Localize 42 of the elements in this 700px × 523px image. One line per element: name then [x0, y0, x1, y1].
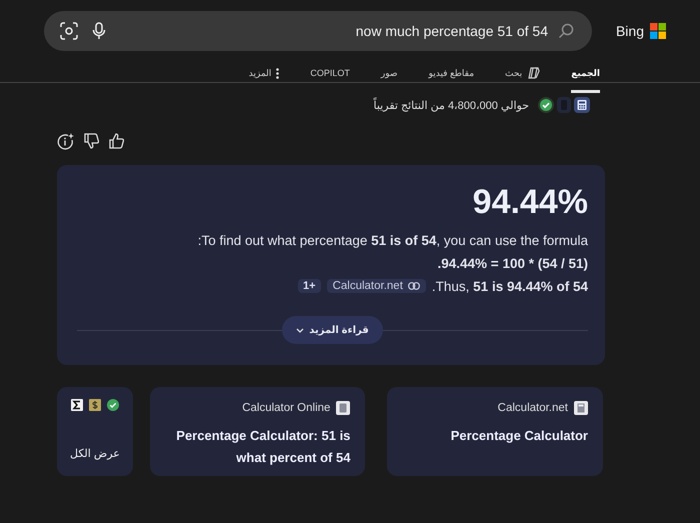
search-field[interactable]: now much percentage 51 of 54 [44, 11, 592, 51]
link-icon [408, 282, 420, 290]
nav-tab[interactable]: صور [380, 62, 398, 93]
brand-name: Bing [616, 23, 644, 39]
see-all-card[interactable]: عرض الكل [57, 387, 133, 476]
source-title: Percentage Calculator: 51 is what percent of 54 [175, 427, 350, 467]
copilot-icon [527, 67, 540, 79]
source-title: Percentage Calculator [450, 427, 588, 445]
answer-text: :To find out what percentage 51 is of 54, you can use the formula [198, 232, 588, 248]
answer-text: .Thus, 51 is 94.44% of 54 [432, 278, 588, 294]
camera-search-icon[interactable] [60, 22, 78, 40]
document-icon [557, 97, 571, 113]
source-card[interactable]: Calculator.net Percentage Calculator [387, 387, 603, 476]
thumbs-up-icon[interactable] [109, 133, 124, 149]
nav-tab[interactable]: مقاطع فيديو [428, 62, 474, 93]
check-icon [538, 97, 554, 113]
nav-tab[interactable]: COPILOT [310, 62, 350, 93]
search-icon [558, 23, 574, 39]
kebab-icon [276, 68, 280, 78]
source-card[interactable]: Calculator Online Percentage Calculator: 51 is what percent of 54 [150, 387, 366, 476]
answer-text: .94.44% = 100 * (54 / 51) [438, 256, 588, 270]
nav-tab[interactable]: بحث [505, 62, 540, 93]
calculator-icon [574, 97, 590, 113]
logo-icon [650, 23, 666, 39]
chevron-down-icon [296, 328, 304, 332]
source-link[interactable]: Calculator.net [326, 279, 426, 293]
nav-tab[interactable]: المزيد [248, 62, 280, 93]
nav-tab[interactable]: الجميع [571, 62, 600, 93]
thumbs-down-icon[interactable] [84, 133, 99, 149]
sigma-icon [70, 399, 83, 411]
source-site: Calculator.net [498, 402, 568, 414]
info-sparkle-icon[interactable] [57, 133, 74, 150]
answer-value: 94.44% [472, 182, 588, 223]
source-site: Calculator Online [242, 402, 330, 414]
read-more-button[interactable]: قراءة المزيد [282, 316, 383, 344]
check-icon [106, 399, 119, 411]
microphone-icon[interactable] [92, 22, 106, 40]
results-count: حوالي 4،800،000 من النتائج تقريباً [374, 98, 529, 112]
calculator-icon [336, 401, 350, 415]
source-count[interactable]: 1+ [298, 279, 321, 293]
calculator-icon [574, 401, 588, 415]
dollar-icon [88, 399, 101, 411]
